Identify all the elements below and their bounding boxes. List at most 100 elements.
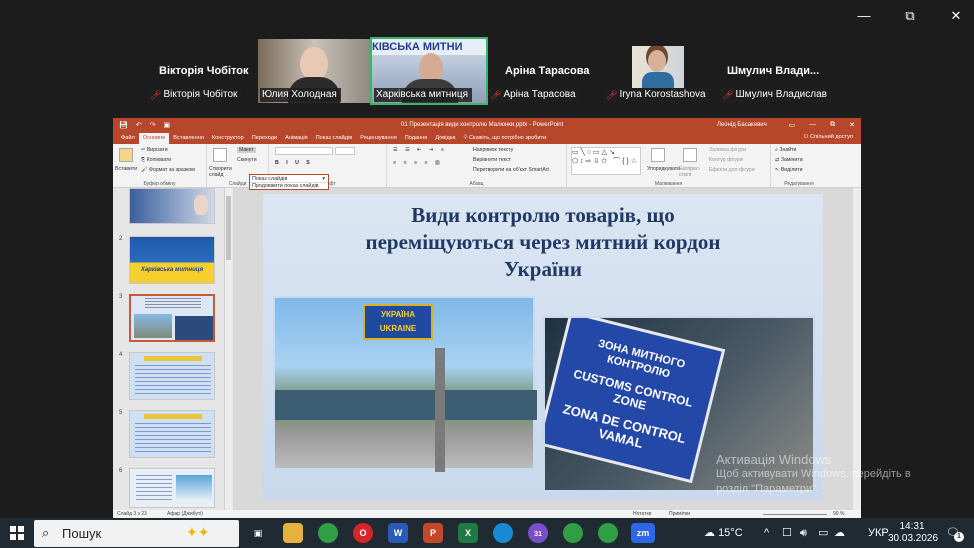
cut-button[interactable]: ✂ Вирізати: [141, 147, 168, 153]
tab-view[interactable]: Подання: [401, 133, 432, 144]
tab-file[interactable]: Файл: [117, 133, 139, 144]
zoom-slider[interactable]: [763, 514, 827, 515]
network-icon[interactable]: ☐: [782, 518, 792, 548]
new-slide-button[interactable]: Створити слайд: [209, 166, 235, 178]
comments-button[interactable]: Примітки: [669, 511, 690, 517]
arrange-button[interactable]: Упорядкувати: [647, 166, 680, 172]
chrome-icon[interactable]: [318, 523, 338, 543]
dropdown-selected[interactable]: Показ слайдів ▾: [250, 175, 328, 183]
replace-button[interactable]: ⇄ Замінити: [775, 157, 803, 163]
zoom-level[interactable]: 90 %: [833, 511, 844, 517]
tab-home[interactable]: Основне: [138, 133, 170, 144]
powerpoint-icon[interactable]: P: [423, 523, 443, 543]
share-button[interactable]: ⚇ Спільний доступ: [803, 134, 853, 140]
slide-thumbnail[interactable]: [129, 468, 215, 508]
chrome-icon[interactable]: [563, 523, 583, 543]
smartart-button[interactable]: Перетворити на об'єкт SmartArt: [473, 167, 549, 173]
copy-button[interactable]: ⎘ Копіювати: [141, 157, 171, 164]
group-editing: ⌕ Знайти ⇄ Замінити ↖ Виділити Редагуван…: [771, 144, 827, 188]
opera-icon[interactable]: O: [353, 523, 373, 543]
tab-transitions[interactable]: Переходи: [248, 133, 281, 144]
shapes-gallery[interactable]: ▭╲○▭△↘ ⬠↕⇨⇩✩ ⌒{}☆: [571, 147, 641, 175]
redo-icon[interactable]: ↷: [150, 121, 156, 129]
chrome-icon[interactable]: [598, 523, 618, 543]
tab-design[interactable]: Конструктор: [208, 133, 248, 144]
viber-icon[interactable]: 31: [528, 523, 548, 543]
list-buttons[interactable]: ☰ ☰ ⇤ ⇥ ≡: [393, 147, 447, 153]
sign-pole: [435, 348, 445, 472]
align-buttons[interactable]: ≡ ≡ ≡ ≡ ▥: [393, 160, 443, 166]
task-view-icon[interactable]: ▣: [248, 523, 268, 543]
notification-icon[interactable]: 🗨︎ 1: [946, 526, 964, 542]
volume-icon[interactable]: 🔊︎: [800, 518, 807, 548]
slide-thumbnail[interactable]: [129, 188, 215, 224]
user-name[interactable]: Леонід Басакевич: [717, 122, 767, 128]
tab-review[interactable]: Рецензування: [356, 133, 400, 144]
slide-number: 2: [119, 236, 123, 242]
mic-muted-icon: 🎤︎: [150, 90, 162, 100]
language-indicator[interactable]: УКР: [868, 518, 889, 548]
slide-thumbnail[interactable]: [129, 410, 215, 458]
battery-icon[interactable]: ▭: [818, 518, 828, 548]
taskbar-clock[interactable]: 14:31 30.03.2026: [888, 521, 938, 545]
slide-thumbnail-panel: 2 Харківська митниця 3 4 5 6: [113, 188, 225, 510]
close-icon[interactable]: ✕: [849, 121, 855, 129]
thumbnail-scrollbar[interactable]: [225, 188, 232, 510]
reset-button[interactable]: Скинути: [237, 157, 257, 163]
group-paragraph: ☰ ☰ ⇤ ⇥ ≡ ≡ ≡ ≡ ≡ ▥ Напрямок тексту Вирі…: [387, 144, 567, 188]
file-explorer-icon[interactable]: [283, 523, 303, 543]
shape-fill-button[interactable]: Заливка фігури: [709, 147, 746, 153]
tab-insert[interactable]: Вставлення: [169, 133, 208, 144]
restore-icon[interactable]: ⧉: [830, 121, 835, 129]
slide-thumbnail-selected[interactable]: [129, 294, 215, 342]
taskbar-search[interactable]: ⌕ Пошук ✦✦: [34, 520, 239, 547]
excel-icon[interactable]: X: [458, 523, 478, 543]
group-drawing: ▭╲○▭△↘ ⬠↕⇨⇩✩ ⌒{}☆ Упорядкувати Експрес-с…: [567, 144, 771, 188]
weather-widget[interactable]: ☁ 15°C: [704, 518, 743, 548]
notes-button[interactable]: Нотатки: [633, 511, 651, 517]
minimize-icon[interactable]: —: [856, 8, 872, 24]
slide-title[interactable]: Види контролю товарів, що переміщуються …: [303, 202, 783, 283]
slideshow-dropdown[interactable]: Показ слайдів ▾ Продовжити показ слайдів: [249, 174, 329, 190]
paste-button[interactable]: Вставити: [115, 166, 137, 172]
tab-slideshow[interactable]: Показ слайдів: [312, 133, 357, 144]
select-button[interactable]: ↖ Виділити: [775, 167, 803, 173]
tray-chevron-icon[interactable]: ^: [764, 518, 769, 548]
undo-icon[interactable]: ↶: [136, 121, 142, 129]
minimize-icon[interactable]: —: [809, 121, 816, 129]
ribbon-display-icon[interactable]: ▭: [789, 121, 796, 129]
zoom-icon[interactable]: zm: [631, 523, 655, 543]
language-indicator[interactable]: Афар (Джибуті): [167, 511, 203, 517]
restore-icon[interactable]: ⧉: [902, 8, 918, 24]
font-format-buttons[interactable]: B I U S: [275, 160, 313, 166]
tell-me-search[interactable]: 💡︎ Скажіть, що потрібно зробити: [459, 133, 550, 144]
text-direction-button[interactable]: Напрямок тексту: [473, 147, 513, 153]
layout-button[interactable]: Макет: [237, 147, 256, 153]
edge-icon[interactable]: [493, 523, 513, 543]
border-checkpoint-photo[interactable]: УКРАЇНА UKRAINE: [273, 296, 537, 472]
windows-activation-watermark: Активація Windows Щоб активувати Windows…: [716, 452, 911, 497]
slide-thumbnail[interactable]: [129, 352, 215, 400]
quick-styles-button[interactable]: Експрес-стилі: [679, 166, 705, 178]
align-text-button[interactable]: Вирівняти текст: [473, 157, 511, 163]
dropdown-option[interactable]: Продовжити показ слайдів: [250, 183, 328, 190]
group-clipboard: Вставити ✂ Вирізати ⎘ Копіювати 🖌︎ Форма…: [113, 144, 207, 188]
shape-effects-button[interactable]: Ефекти для фігури: [709, 167, 755, 173]
word-icon[interactable]: W: [388, 523, 408, 543]
participant-video-tile[interactable]: [632, 46, 684, 88]
onedrive-icon[interactable]: ☁: [834, 518, 845, 548]
windows-start-icon[interactable]: [10, 526, 24, 540]
tab-help[interactable]: Довідка: [431, 133, 459, 144]
save-icon[interactable]: 💾︎: [119, 121, 128, 129]
font-size-field[interactable]: [335, 147, 355, 155]
tab-animations[interactable]: Анімація: [281, 133, 312, 144]
close-icon[interactable]: ✕: [948, 8, 964, 24]
scrollbar-thumb[interactable]: [226, 196, 231, 260]
group-label: Абзац: [469, 181, 484, 187]
shape-outline-button[interactable]: Контур фігури: [709, 157, 743, 163]
font-name-field[interactable]: [275, 147, 333, 155]
present-icon[interactable]: ▣: [164, 121, 171, 129]
slide-thumbnail[interactable]: Харківська митниця: [129, 236, 215, 284]
format-painter-button[interactable]: 🖌︎ Формат за зразком: [141, 167, 195, 173]
find-button[interactable]: ⌕ Знайти: [775, 147, 796, 154]
